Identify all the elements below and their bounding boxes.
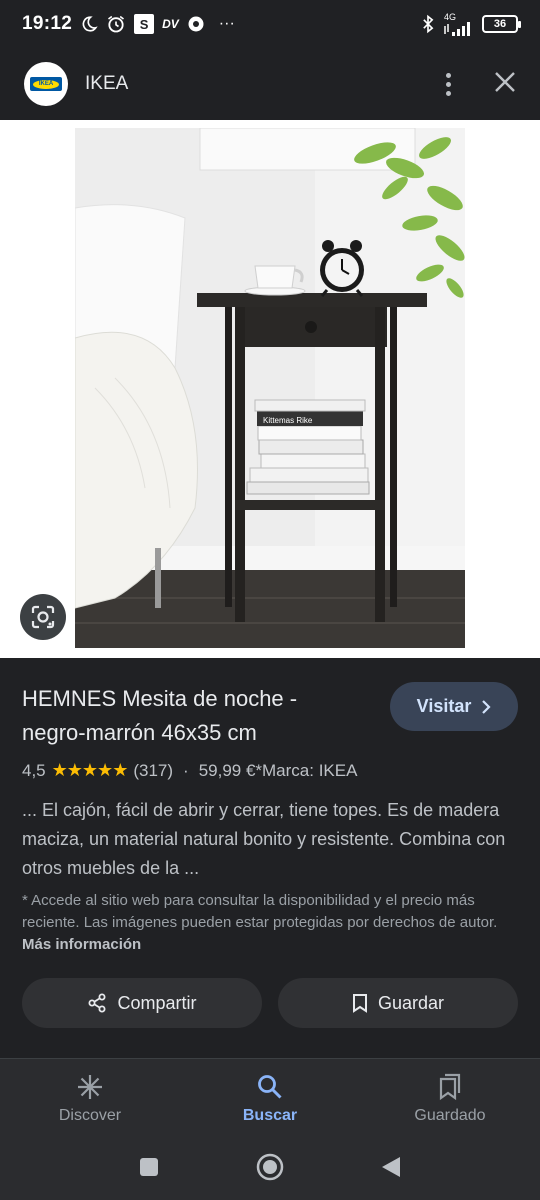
system-navigation <box>0 1138 540 1200</box>
page-title: IKEA <box>85 73 129 94</box>
s-badge-icon: S <box>134 14 155 34</box>
triangle-back-icon <box>382 1156 401 1177</box>
bookmark-icon <box>352 994 367 1013</box>
share-button[interactable]: Compartir <box>22 978 262 1028</box>
nav-discover[interactable]: Discover <box>0 1059 180 1138</box>
chevron-right-icon <box>482 699 491 714</box>
product-image[interactable]: Kittemas Rike <box>75 128 465 648</box>
bluetooth-icon <box>420 14 436 34</box>
more-options-icon[interactable] <box>438 72 458 96</box>
save-label: Guardar <box>377 992 445 1013</box>
recents-button[interactable] <box>138 1156 160 1183</box>
product-details: HEMNES Mesita de noche - negro-marrón 46… <box>0 658 540 1058</box>
share-icon <box>88 993 106 1013</box>
star-rating-icon: ★★★★★ <box>51 760 129 780</box>
product-description: ... El cajón, fácil de abrir y cerrar, t… <box>22 800 506 878</box>
app-header: IKEA IKEA <box>0 48 540 120</box>
moon-icon <box>80 15 98 33</box>
circle-icon <box>256 1153 284 1180</box>
nav-saved-label: Guardado <box>414 1106 486 1124</box>
asterisk-icon <box>78 1074 102 1099</box>
bottom-navigation: Discover Buscar Guardado <box>0 1058 540 1138</box>
rating-row: 4,5 ★★★★★ (317) · 59,99 €*Marca: IKEA <box>22 760 357 781</box>
battery-level: 36 <box>493 18 507 30</box>
alarm-icon <box>106 14 126 34</box>
note-text: * Accede al sitio web para consultar la … <box>22 892 498 931</box>
book-spine-text: Kittemas Rike <box>263 416 313 425</box>
home-button[interactable] <box>255 1152 285 1187</box>
product-title: HEMNES Mesita de noche - negro-marrón 46… <box>22 686 298 745</box>
nav-search[interactable]: Buscar <box>180 1059 360 1138</box>
chrome-icon <box>187 15 205 33</box>
dv-icon: DV <box>162 17 179 31</box>
ikea-logo-text: IKEA <box>33 79 59 89</box>
signal-icon: 4G <box>444 11 474 36</box>
nav-search-label: Buscar <box>242 1106 298 1124</box>
save-button[interactable]: Guardar <box>278 978 518 1028</box>
visit-button[interactable]: Visitar <box>390 682 518 731</box>
review-count: (317) <box>133 760 174 780</box>
lens-icon <box>31 605 55 629</box>
status-time: 19:12 <box>22 13 73 34</box>
close-icon[interactable] <box>494 71 516 98</box>
more-info-link[interactable]: Más información <box>22 936 141 953</box>
back-button[interactable] <box>380 1155 402 1184</box>
share-label: Compartir <box>117 992 197 1013</box>
availability-note: * Accede al sitio web para consultar la … <box>22 890 518 956</box>
square-icon <box>139 1157 158 1176</box>
nav-saved[interactable]: Guardado <box>360 1059 540 1138</box>
price-brand: 59,99 €*Marca: IKEA <box>198 760 358 780</box>
nav-discover-label: Discover <box>58 1106 122 1124</box>
google-lens-button[interactable] <box>20 594 66 640</box>
image-viewer: Kittemas Rike <box>0 120 540 658</box>
ikea-logo: IKEA <box>24 62 68 106</box>
battery-icon: 36 <box>482 15 521 33</box>
network-type: 4G <box>444 11 457 22</box>
status-bar: 19:12 S DV ··· 4G 36 <box>0 0 540 48</box>
search-icon <box>258 1074 282 1099</box>
separator: · <box>183 760 189 780</box>
visit-label: Visitar <box>416 696 472 716</box>
bookmarks-icon <box>439 1073 461 1100</box>
more-notifications-icon: ··· <box>218 15 235 32</box>
rating-value: 4,5 <box>22 760 46 780</box>
